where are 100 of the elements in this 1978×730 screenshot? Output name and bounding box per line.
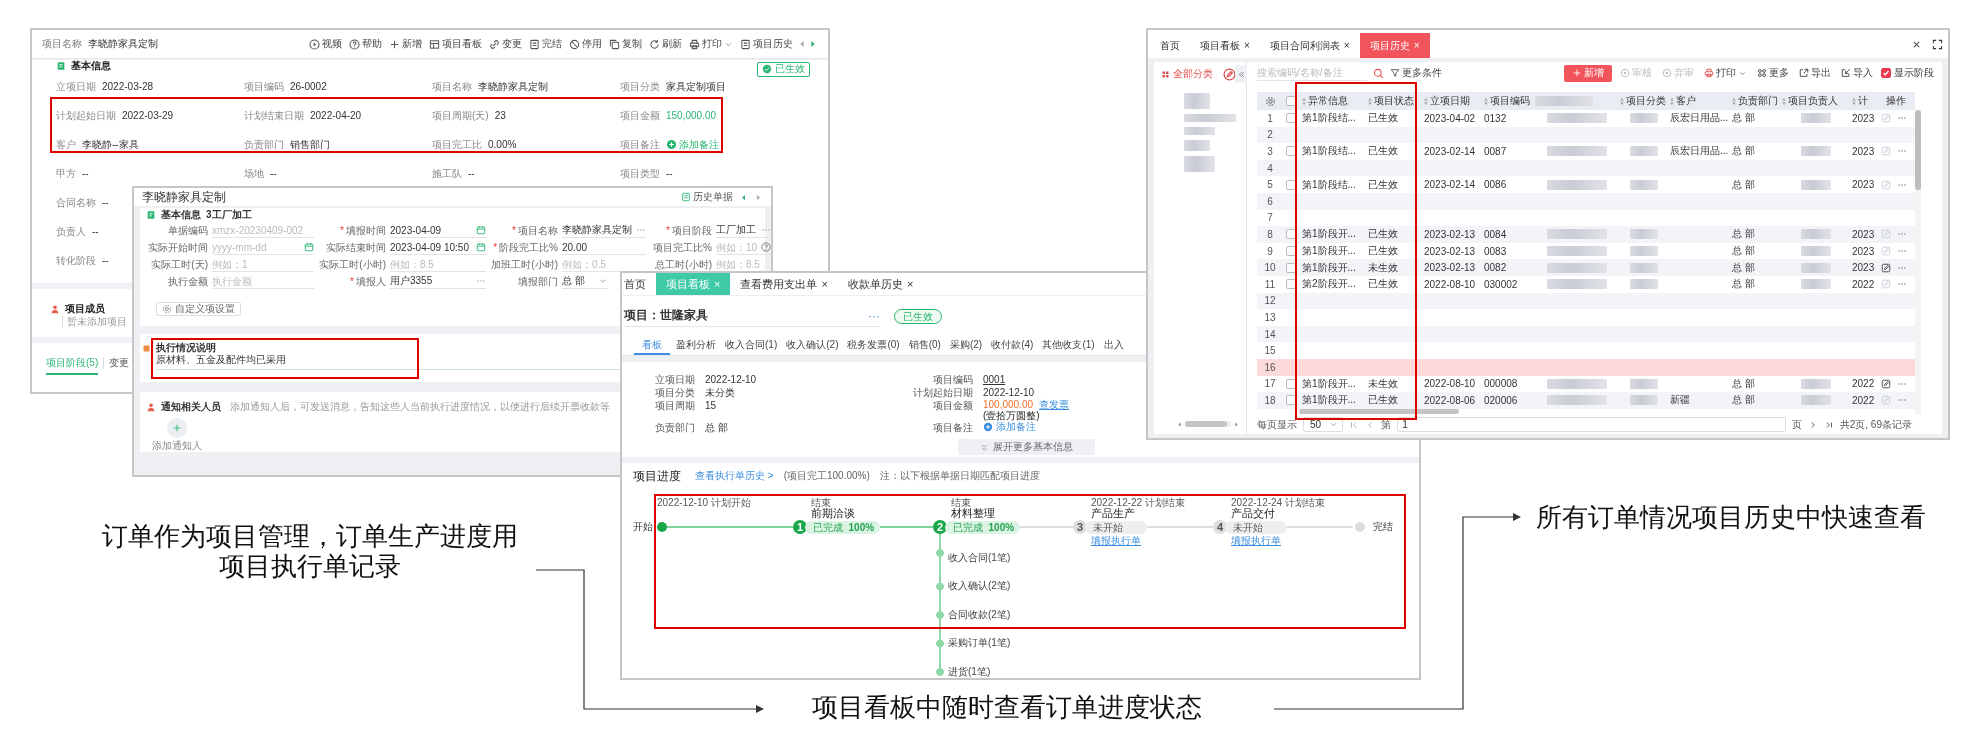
checkbox[interactable] xyxy=(1286,262,1296,273)
more-button[interactable]: ··· xyxy=(868,308,880,323)
fill-report-link[interactable]: 填报执行单 xyxy=(1091,535,1141,547)
close-button[interactable]: × xyxy=(821,278,828,290)
checkbox[interactable] xyxy=(1286,279,1296,290)
checkbox[interactable] xyxy=(1881,68,1891,78)
tab[interactable]: 采购(2) xyxy=(946,336,986,355)
scrollbar[interactable] xyxy=(1185,421,1231,427)
fill-report-link[interactable]: 填报执行单 xyxy=(1231,535,1281,547)
filter-button[interactable]: 更多条件 xyxy=(1390,66,1442,80)
column-header[interactable]: 项目分类 xyxy=(1617,92,1667,110)
column-header[interactable]: 项目编码 xyxy=(1481,92,1533,110)
toolbar-button[interactable]: 导入 xyxy=(1839,64,1875,82)
checkbox[interactable] xyxy=(1286,113,1296,124)
tab[interactable]: 首页 xyxy=(622,273,656,295)
input-field[interactable]: xmzx-20230409-002 xyxy=(212,223,314,237)
tab[interactable]: 变更 xyxy=(109,357,130,375)
input-field[interactable]: 例如：8.5 xyxy=(716,257,771,271)
input-field[interactable]: 2023-04-09 10:50 xyxy=(390,240,476,254)
history-button[interactable]: 历史单据 xyxy=(681,190,733,204)
input-field[interactable]: 总 部 xyxy=(562,274,598,288)
checkbox[interactable] xyxy=(1286,179,1296,190)
checkbox[interactable] xyxy=(1286,96,1296,106)
column-header[interactable]: 项目负责人 xyxy=(1779,92,1849,110)
field-label: 负责人 xyxy=(56,224,86,239)
tab[interactable]: 出入 xyxy=(1100,336,1127,355)
toolbar-button[interactable]: 完结 xyxy=(526,37,565,51)
tab[interactable]: 销售(0) xyxy=(905,336,944,355)
search-field[interactable]: 搜索编码/名称/备注 xyxy=(1257,67,1367,78)
checkbox[interactable] xyxy=(1286,395,1296,406)
toolbar-button[interactable]: 变更 xyxy=(486,37,525,51)
tab[interactable]: 税务发票(0) xyxy=(844,336,903,355)
input-field[interactable]: 例如：1 xyxy=(212,257,314,271)
tab[interactable]: 收入确认(2) xyxy=(783,336,842,355)
input-field[interactable]: 例如：0.5 xyxy=(562,257,646,271)
checkbox[interactable] xyxy=(1286,246,1296,257)
tab[interactable]: 查看费用支出单 × xyxy=(730,273,838,295)
table-row[interactable]: 10 第1阶段开... 未生效 2023-02-13 0082 总 部 2023 xyxy=(1257,259,1915,276)
column-header[interactable]: 负责部门 xyxy=(1729,92,1779,110)
checkbox[interactable] xyxy=(1286,146,1296,157)
toolbar-button[interactable]: 停用 xyxy=(566,37,605,51)
table-row[interactable]: 18 第1阶段开... 已生效 2022-08-06 020006 新疆 总 部 2022 xyxy=(1257,392,1915,409)
toolbar-button[interactable]: 视频 xyxy=(306,37,345,51)
tab[interactable]: 项目看板 × xyxy=(1190,33,1260,58)
toolbar-button[interactable]: 导出 xyxy=(1797,64,1833,82)
close-button[interactable]: × xyxy=(906,278,914,290)
tab[interactable]: 收款单历史 × xyxy=(837,273,924,295)
tab[interactable]: 盈利分析 xyxy=(673,336,719,355)
code-link[interactable]: 0001 xyxy=(983,373,1006,386)
toolbar-button[interactable]: 项目历史 xyxy=(737,37,796,51)
input-field[interactable]: 20.00 xyxy=(562,240,646,254)
toolbar-button[interactable]: 打印 xyxy=(1702,64,1749,82)
field-label: 项目编码 xyxy=(932,373,973,386)
person-icon xyxy=(146,402,156,412)
table-row[interactable]: 8 第1阶段开... 已生效 2023-02-13 0084 总 部 2023 xyxy=(1257,226,1915,243)
field-label: 填报部门 xyxy=(518,274,558,289)
column-header[interactable]: 立项日期 xyxy=(1421,92,1481,110)
close-button[interactable]: × xyxy=(1343,40,1350,51)
table-cell-text: 第1阶段开... xyxy=(1301,260,1357,275)
toolbar-button[interactable]: 刷新 xyxy=(646,37,685,51)
column-header[interactable]: 客户 xyxy=(1667,92,1729,110)
category-title[interactable]: 全部分类 xyxy=(1173,67,1213,81)
table-cell-text: 5 xyxy=(1266,179,1274,191)
scrollbar[interactable] xyxy=(1299,408,1459,414)
tab[interactable]: 看板 xyxy=(634,336,670,355)
toolbar-button[interactable]: 项目看板 xyxy=(426,37,485,51)
tab[interactable]: 项目合同利润表 × xyxy=(1259,33,1360,58)
scrollbar[interactable] xyxy=(1915,110,1921,414)
status-badge: 已生效 xyxy=(894,308,942,324)
history-link[interactable]: 查看执行单历史 > xyxy=(695,469,774,483)
toolbar-button[interactable]: 打印 xyxy=(686,37,736,51)
tab[interactable]: 收入合同(1) xyxy=(722,336,781,355)
input-field[interactable]: 例如：10 xyxy=(716,240,761,254)
input-field[interactable]: 工厂加工 xyxy=(716,223,761,237)
checkbox[interactable] xyxy=(1286,378,1296,389)
input-field[interactable]: 例如：8.5 xyxy=(390,257,486,271)
expand-button[interactable]: 展开更多基本信息 xyxy=(957,439,1095,455)
toolbar-button[interactable]: 更多 xyxy=(1755,64,1791,82)
column-header[interactable]: 计 xyxy=(1849,92,1875,110)
column-header[interactable]: 项目状态 xyxy=(1365,92,1421,110)
checkbox[interactable] xyxy=(1286,229,1296,240)
input-field[interactable]: yyyy-mm-dd xyxy=(212,240,304,254)
toolbar-button[interactable]: 新增 xyxy=(386,37,425,51)
tab[interactable]: 收付款(4) xyxy=(988,336,1037,355)
input-field[interactable]: 李晓静家具定制 xyxy=(562,223,636,237)
custom-fields-button[interactable]: 自定义项设置 xyxy=(156,302,241,316)
invoice-link[interactable]: 查发票 xyxy=(1039,399,1070,411)
toolbar-button[interactable]: 复制 xyxy=(606,37,645,51)
add-note-link[interactable]: 添加备注 xyxy=(983,421,1036,433)
page-input[interactable]: 1 xyxy=(1397,417,1786,433)
input-field[interactable]: 2023-04-09 xyxy=(390,223,476,237)
column-header[interactable]: 异常信息 xyxy=(1299,92,1365,110)
input-field[interactable]: 用户3355 xyxy=(390,274,476,288)
table-cell-text: 000008 xyxy=(1483,378,1519,390)
toolbar-button[interactable]: 帮助 xyxy=(346,37,385,51)
settings-icon xyxy=(162,304,172,314)
tab[interactable]: 其他收支(1) xyxy=(1039,336,1098,355)
close-button[interactable]: × xyxy=(1244,40,1250,51)
tab[interactable]: 首页 xyxy=(1150,33,1190,58)
table-cell-text: 第1阶段开... xyxy=(1301,244,1357,259)
